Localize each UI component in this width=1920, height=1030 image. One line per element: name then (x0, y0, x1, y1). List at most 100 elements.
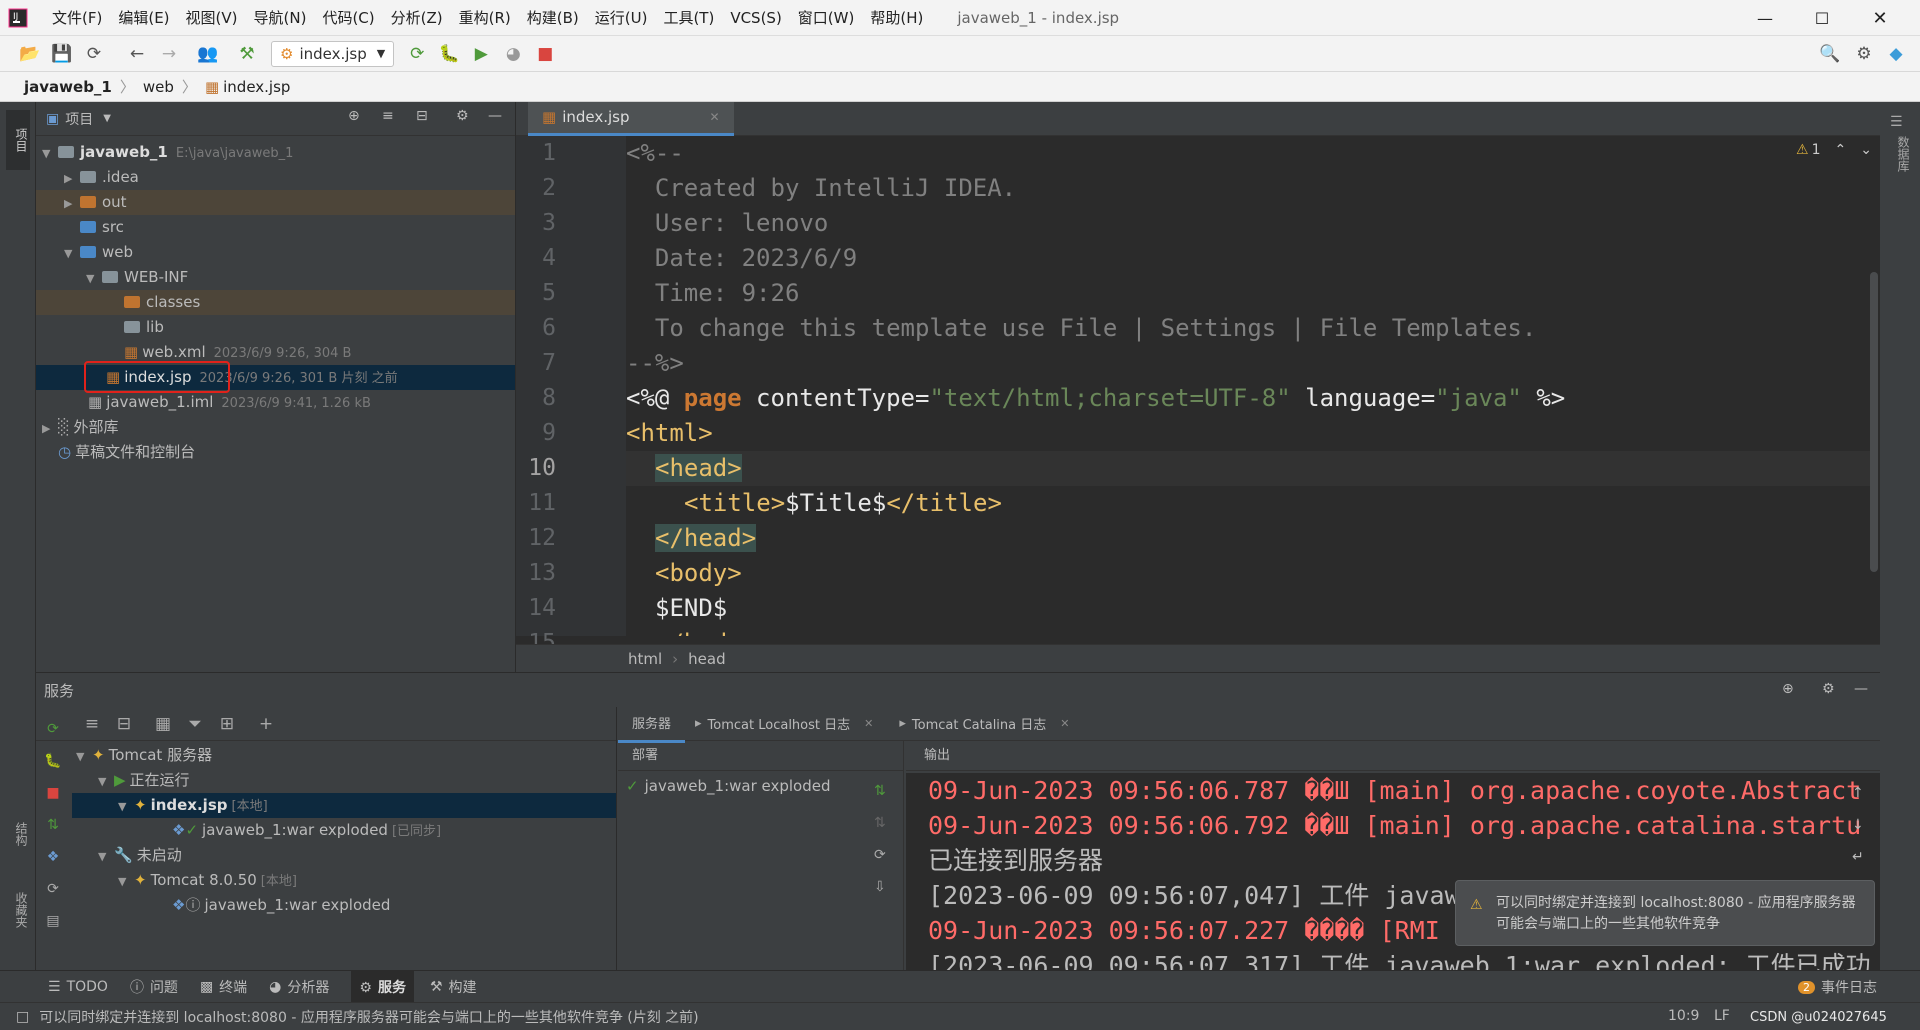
gear-icon[interactable]: ⚙ (456, 108, 469, 124)
crumb-html[interactable]: html (628, 650, 662, 668)
menu-code[interactable]: 代码(C) (322, 7, 374, 28)
tree-node-artifact[interactable]: ❖✓ javaweb_1:war exploded [已同步] (72, 818, 616, 843)
chevron-down-icon[interactable]: ▼ (98, 769, 114, 794)
filter-icon[interactable]: ⏷ (182, 711, 208, 737)
undeploy-icon[interactable]: ⇅ (874, 807, 886, 839)
tab-localhost-log[interactable]: Tomcat Localhost 日志 (708, 714, 851, 733)
services-tab[interactable]: ⚙ 服务 (351, 970, 414, 1003)
artifact-icon[interactable]: ❖ (40, 841, 66, 873)
tab-profiler[interactable]: 分析器 (287, 977, 329, 997)
status-message[interactable]: 可以同时绑定并连接到 localhost:8080 - 应用程序服务器可能会与端… (39, 1007, 698, 1027)
tab-catalina-log[interactable]: Tomcat Catalina 日志 (912, 714, 1046, 733)
tab-server[interactable]: 服务器 (618, 705, 686, 743)
vcs-user-icon[interactable]: 👥 (195, 41, 221, 67)
refresh-icon[interactable]: ⟳ (40, 873, 66, 905)
sync-icon[interactable]: ⟳ (81, 41, 107, 67)
event-log[interactable]: 2 事件日志 (1798, 977, 1877, 997)
structure-tool-tab[interactable]: 结构 (6, 822, 30, 882)
breadcrumb-folder[interactable]: web (143, 78, 174, 96)
tree-node-tomcat[interactable]: ▼ ✦ Tomcat 8.0.50 [本地] (72, 868, 616, 893)
tab-todo[interactable]: TODO (67, 979, 108, 995)
tree-node-iml[interactable]: ▦ javaweb_1.iml 2023/6/9 9:41, 1.26 kB (36, 390, 515, 415)
tree-node-root[interactable]: ▼ javaweb_1 E:\java\javaweb_1 (36, 140, 515, 165)
chevron-down-icon[interactable]: ▼ (103, 113, 111, 124)
rerun-icon[interactable]: ⟳ (40, 713, 66, 745)
chevron-right-icon[interactable]: ▶ (64, 191, 80, 216)
chevron-right-icon[interactable]: ▶ (64, 166, 80, 191)
close-icon[interactable]: ✕ (1860, 4, 1900, 32)
new-tab-icon[interactable]: ⊞ (214, 711, 240, 737)
locate-icon[interactable]: ⊕ (348, 108, 360, 124)
arrow-up-icon[interactable]: ↑ (1852, 777, 1864, 809)
menu-file[interactable]: 文件(F) (52, 7, 102, 28)
tab-build[interactable]: 构建 (449, 977, 477, 997)
tab-problems[interactable]: 问题 (150, 977, 178, 997)
chevron-down-icon[interactable]: ▼ (42, 141, 58, 166)
chevron-down-icon[interactable]: ▼ (98, 844, 114, 869)
notification-balloon[interactable]: ⚠ 可以同时绑定并连接到 localhost:8080 - 应用程序服务器可能会… (1455, 880, 1875, 946)
tree-node-lib[interactable]: lib (36, 315, 515, 340)
editor-scrollbar[interactable] (1870, 272, 1878, 572)
tree-node-classes[interactable]: classes (36, 290, 515, 315)
maximize-icon[interactable]: ☐ (1802, 4, 1842, 32)
tree-node-index-jsp[interactable]: ▼ ✦ index.jsp [本地] (72, 793, 616, 818)
tab-terminal[interactable]: 终端 (219, 977, 247, 997)
add-icon[interactable]: + (253, 711, 279, 737)
line-separator[interactable]: LF (1714, 1008, 1730, 1024)
rerun-icon[interactable]: ⟳ (404, 41, 430, 67)
debug-icon[interactable]: 🐛 (436, 41, 462, 67)
expand-all-icon[interactable]: ≡ (382, 108, 394, 124)
refresh-icon[interactable]: ⟳ (874, 839, 886, 871)
close-icon[interactable]: ✕ (864, 717, 873, 730)
menu-run[interactable]: 运行(U) (595, 7, 648, 28)
tree-node-running[interactable]: ▼ ▶ 正在运行 (72, 768, 616, 793)
menu-navigate[interactable]: 导航(N) (254, 7, 307, 28)
soft-wrap-icon[interactable]: ↵ (1852, 841, 1864, 873)
tree-node-not-started[interactable]: ▼ 🔧 未启动 (72, 843, 616, 868)
database-tool-tab[interactable]: 数据库 (1888, 136, 1912, 196)
crumb-head[interactable]: head (688, 650, 725, 668)
collapse-all-icon[interactable]: ⊟ (416, 108, 428, 124)
chevron-down-icon[interactable]: ▼ (118, 869, 134, 894)
menu-refactor[interactable]: 重构(R) (459, 7, 511, 28)
collapse-all-icon[interactable]: ⊟ (111, 711, 137, 737)
menu-analyze[interactable]: 分析(Z) (391, 7, 443, 28)
debug-icon[interactable]: 🐛 (40, 745, 66, 777)
expand-all-icon[interactable]: ≡ (79, 711, 105, 737)
toolbox-icon[interactable]: ◆ (1883, 41, 1909, 67)
deploy-icon[interactable]: ⇅ (40, 809, 66, 841)
chevron-down-icon[interactable]: ▼ (64, 241, 80, 266)
favorites-tool-tab[interactable]: 收藏夹 (6, 892, 30, 962)
chevron-right-icon[interactable]: ▶ (42, 416, 58, 441)
layout-icon[interactable]: ▤ (40, 905, 66, 937)
build-hammer-icon[interactable]: ⚒ (234, 41, 260, 67)
chevron-down-icon[interactable]: ▼ (118, 794, 134, 819)
menu-view[interactable]: 视图(V) (186, 7, 238, 28)
save-icon[interactable]: 💾 (49, 41, 75, 67)
gear-icon[interactable]: ⚙ (1851, 41, 1877, 67)
close-icon[interactable]: ✕ (710, 110, 720, 124)
menu-build[interactable]: 构建(B) (527, 7, 579, 28)
forward-icon[interactable]: → (156, 41, 182, 67)
chevron-down-icon[interactable]: ▼ (76, 744, 92, 769)
menu-vcs[interactable]: VCS(S) (730, 9, 781, 27)
breadcrumb-file[interactable]: index.jsp (223, 78, 290, 96)
group-icon[interactable]: ▦ (150, 711, 176, 737)
profile-icon[interactable]: ◕ (500, 41, 526, 67)
menu-edit[interactable]: 编辑(E) (118, 7, 169, 28)
tree-node-web[interactable]: ▼ web (36, 240, 515, 265)
back-icon[interactable]: ← (124, 41, 150, 67)
update-icon[interactable]: ⇩ (874, 871, 886, 903)
gear-icon[interactable]: ⚙ (1822, 681, 1835, 697)
stop-icon[interactable]: ■ (40, 777, 66, 809)
tree-node-src[interactable]: src (36, 215, 515, 240)
project-view-select[interactable]: 项目 (65, 109, 93, 129)
minimize-icon[interactable]: — (1745, 4, 1785, 32)
menu-help[interactable]: 帮助(H) (870, 7, 923, 28)
layout-icon[interactable]: □ (16, 1009, 29, 1025)
tree-node-idea[interactable]: ▶ .idea (36, 165, 515, 190)
tree-node-artifact-2[interactable]: ❖ⓘ javaweb_1:war exploded (72, 893, 616, 918)
arrow-down-icon[interactable]: ↓ (1852, 809, 1864, 841)
project-tool-tab[interactable]: 项目 (6, 110, 30, 170)
menu-tools[interactable]: 工具(T) (663, 7, 714, 28)
